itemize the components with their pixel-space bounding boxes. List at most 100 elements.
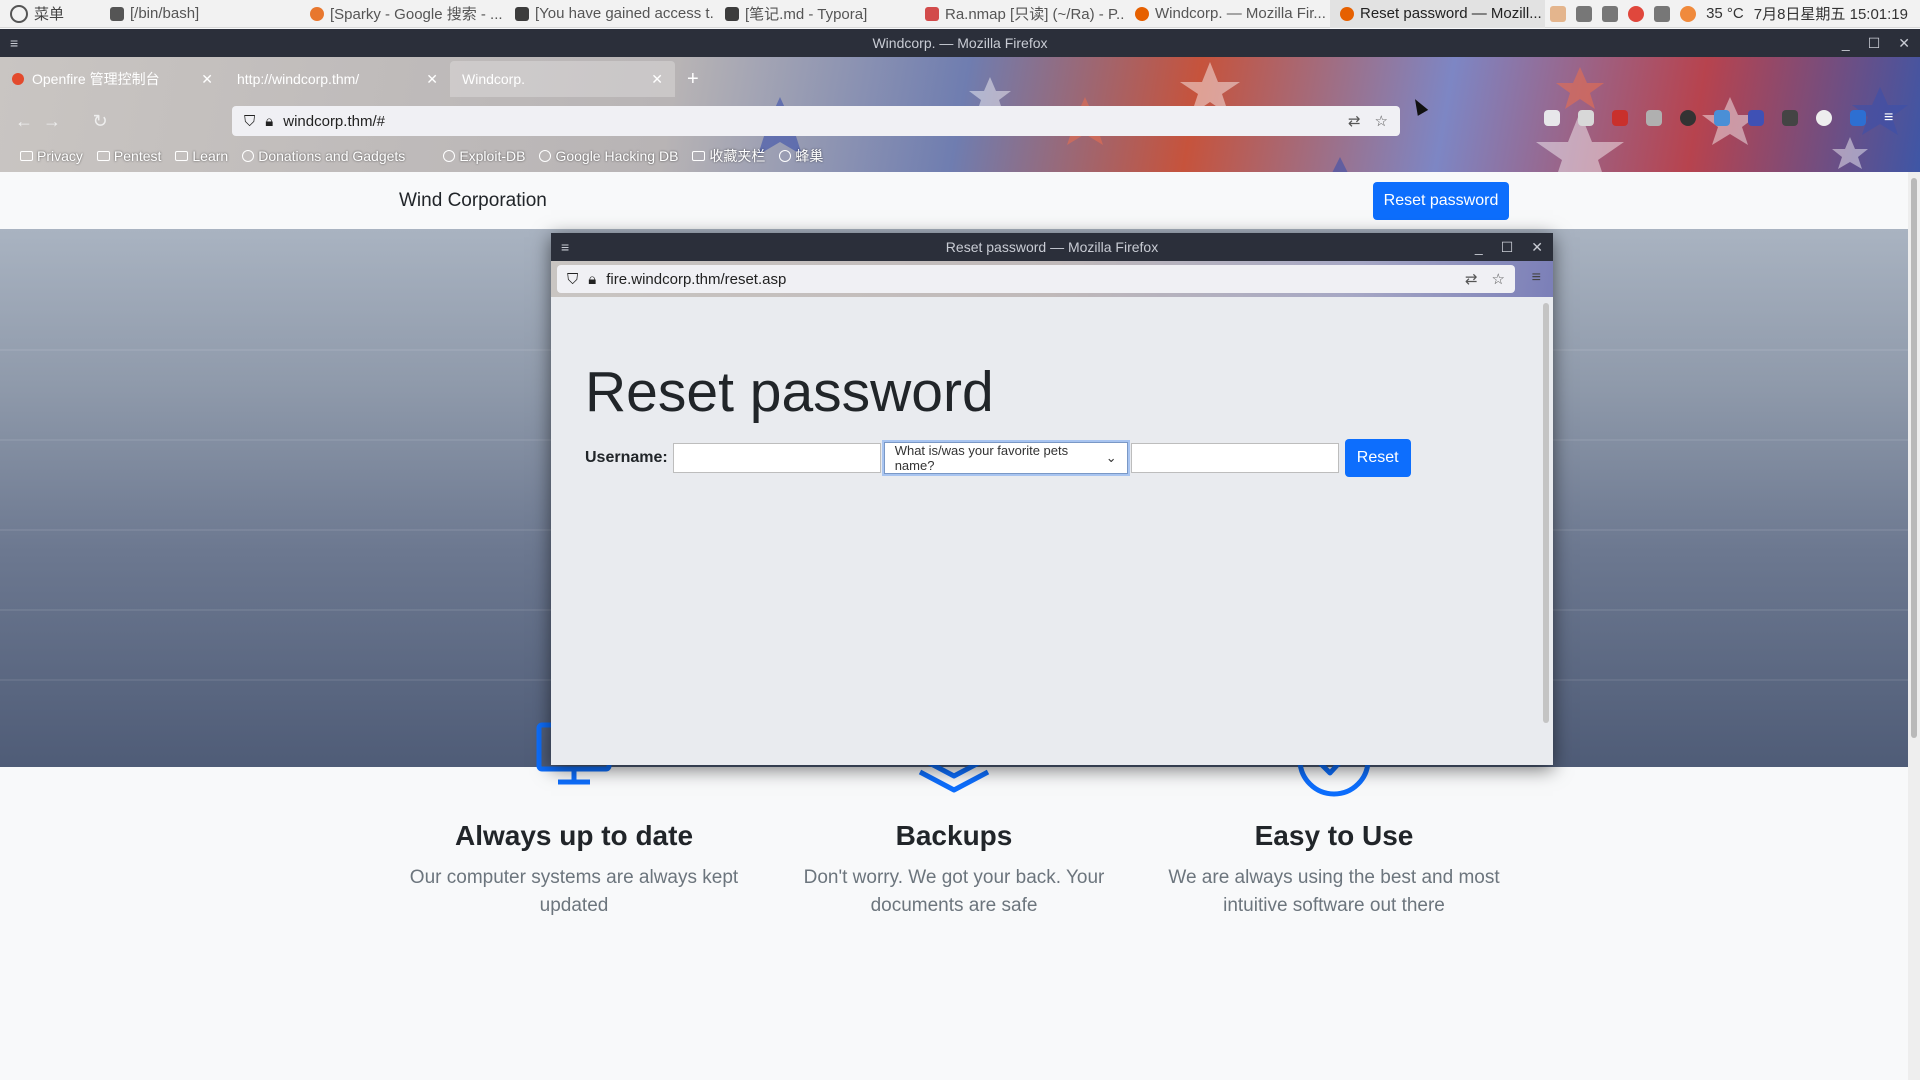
globe-icon xyxy=(779,150,792,162)
task-item-active[interactable]: Reset password — Mozill... xyxy=(1330,0,1545,28)
feature-text: We are always using the best and most in… xyxy=(1168,867,1500,916)
page-scrollbar[interactable] xyxy=(1908,172,1920,1080)
typora-icon xyxy=(515,6,529,21)
task-item[interactable]: [笔记.md - Typora] xyxy=(715,0,915,28)
tab-windcorp-http[interactable]: http://windcorp.thm/ ✕ xyxy=(225,61,450,97)
tracking-shield-icon[interactable]: ⛉ xyxy=(567,271,578,288)
task-item[interactable]: Ra.nmap [只读] (~/Ra) - P... xyxy=(915,0,1125,28)
nav-bar: ← → ↻ ⛉ 🔒︎ windcorp.thm/# ⇄ ☆ ≡ xyxy=(0,102,1920,140)
translate-icon[interactable]: ⇄ xyxy=(1348,112,1361,130)
reset-password-button[interactable]: Reset password xyxy=(1373,182,1509,220)
globe-icon xyxy=(443,150,456,162)
close-tab-icon[interactable]: ✕ xyxy=(426,71,438,88)
extension-icon[interactable] xyxy=(1578,110,1594,126)
cat-icon[interactable] xyxy=(1550,5,1567,22)
close-icon[interactable]: ✕ xyxy=(1898,35,1910,52)
bookmark-star-icon[interactable]: ☆ xyxy=(1492,270,1505,288)
bookmark-item[interactable]: Pentest xyxy=(96,148,161,164)
globe-icon xyxy=(539,150,552,162)
menu-icon[interactable]: ≡ xyxy=(1884,110,1900,126)
weather-icon[interactable] xyxy=(1680,5,1697,22)
task-item[interactable]: Windcorp. — Mozilla Fir... xyxy=(1125,0,1330,28)
forward-icon[interactable]: → xyxy=(38,111,66,132)
system-tray: 35 °C 7月8日星期五 15:01:19 xyxy=(1550,3,1920,24)
bookmark-item[interactable]: Exploit-DB xyxy=(443,148,525,164)
browser-toolbar: Openfire 管理控制台 ✕ http://windcorp.thm/ ✕ … xyxy=(0,57,1920,172)
extension-icon[interactable] xyxy=(1646,110,1662,126)
url-bar[interactable]: ⛉ 🔒︎ windcorp.thm/# ⇄ ☆ xyxy=(232,106,1400,136)
folder-icon xyxy=(692,151,706,161)
username-input[interactable] xyxy=(672,443,881,473)
extension-icon[interactable] xyxy=(1680,110,1696,126)
minimize-icon[interactable]: _ xyxy=(1475,239,1483,256)
task-item[interactable]: [You have gained access t... xyxy=(505,0,715,28)
bookmark-item[interactable]: Learn xyxy=(175,148,228,164)
distro-logo-icon xyxy=(10,4,28,23)
maximize-icon[interactable]: ☐ xyxy=(1501,239,1514,256)
lock-icon[interactable]: 🔒︎ xyxy=(265,113,273,130)
wifi-icon[interactable] xyxy=(1654,5,1671,22)
extension-icon[interactable] xyxy=(1782,110,1798,126)
translate-icon[interactable]: ⇄ xyxy=(1465,270,1478,288)
bookmark-item[interactable]: Donations and Gadgets xyxy=(242,148,405,164)
popup-url-bar[interactable]: ⛉ 🔒︎ fire.windcorp.thm/reset.asp ⇄ ☆ xyxy=(557,265,1515,293)
popup-content: Reset password Username: What is/was you… xyxy=(551,297,1553,765)
pocket-icon[interactable] xyxy=(1544,110,1560,126)
openfire-icon xyxy=(12,73,24,85)
feature-title: Always up to date xyxy=(454,820,694,851)
tracking-shield-icon[interactable]: ⛉ xyxy=(244,113,255,130)
bookmark-item[interactable]: Google Hacking DB xyxy=(539,148,678,164)
new-tab-button[interactable]: + xyxy=(687,68,699,91)
keyboard-icon[interactable] xyxy=(1576,5,1593,22)
maximize-icon[interactable]: ☐ xyxy=(1868,35,1881,52)
bookmark-item[interactable]: 收藏夹栏 xyxy=(692,146,765,166)
bookmark-star-icon[interactable]: ☆ xyxy=(1375,112,1388,130)
start-menu[interactable]: 菜单 xyxy=(0,3,100,24)
window-menu-icon[interactable]: ≡ xyxy=(561,239,569,255)
feature-title: Easy to Use xyxy=(1254,820,1414,851)
volume-icon[interactable] xyxy=(1602,5,1619,22)
url-text[interactable]: windcorp.thm/# xyxy=(283,113,385,130)
close-tab-icon[interactable]: ✕ xyxy=(651,71,663,88)
popup-scrollbar[interactable] xyxy=(1543,303,1549,723)
reset-button[interactable]: Reset xyxy=(1344,439,1411,477)
page-title: Reset password xyxy=(585,360,994,424)
answer-input[interactable] xyxy=(1130,443,1339,473)
reload-icon[interactable]: ↻ xyxy=(86,111,114,132)
site-brand[interactable]: Wind Corporation xyxy=(399,190,547,212)
scrollbar-thumb[interactable] xyxy=(1911,178,1917,738)
folder-icon xyxy=(20,151,33,161)
close-tab-icon[interactable]: ✕ xyxy=(201,71,213,88)
weibo-icon[interactable] xyxy=(1628,5,1645,22)
extension-icon[interactable] xyxy=(1748,110,1764,126)
extension-icon[interactable] xyxy=(1714,110,1730,126)
task-item[interactable]: [/bin/bash] xyxy=(100,0,300,28)
firefox-icon xyxy=(1340,6,1354,21)
feature-text: Don't worry. We got your back. Your docu… xyxy=(803,867,1105,916)
site-header: Wind Corporation Reset password xyxy=(0,172,1920,229)
task-item[interactable]: [Sparky - Google 搜索 - ... xyxy=(300,0,505,28)
tab-openfire[interactable]: Openfire 管理控制台 ✕ xyxy=(0,61,225,97)
menu-icon[interactable]: ≡ xyxy=(1532,269,1541,287)
ublock-icon[interactable] xyxy=(1612,110,1628,126)
tab-strip: Openfire 管理控制台 ✕ http://windcorp.thm/ ✕ … xyxy=(0,57,699,101)
security-question-select[interactable]: What is/was your favorite pets name? ⌄ xyxy=(883,442,1128,474)
translate-extension-icon[interactable] xyxy=(1850,110,1866,126)
bookmark-item[interactable]: Privacy xyxy=(20,148,83,164)
window-title: Windcorp. — Mozilla Firefox xyxy=(872,35,1048,51)
reset-form: Username: What is/was your favorite pets… xyxy=(585,439,1411,477)
close-icon[interactable]: ✕ xyxy=(1531,239,1543,256)
feature-title: Backups xyxy=(895,820,1013,851)
tab-windcorp[interactable]: Windcorp. ✕ xyxy=(450,61,675,97)
popup-url-text[interactable]: fire.windcorp.thm/reset.asp xyxy=(606,271,786,288)
back-icon[interactable]: ← xyxy=(10,111,38,132)
extension-icon[interactable] xyxy=(1816,110,1832,126)
popup-titlebar: ≡ Reset password — Mozilla Firefox _ ☐ ✕ xyxy=(551,233,1553,261)
bookmark-item[interactable]: 蜂巢 xyxy=(779,146,823,166)
chevron-down-icon: ⌄ xyxy=(1105,450,1117,465)
minimize-icon[interactable]: _ xyxy=(1842,35,1850,52)
window-menu-icon[interactable]: ≡ xyxy=(10,35,18,51)
clock[interactable]: 7月8日星期五 15:01:19 xyxy=(1754,3,1908,24)
lock-icon[interactable]: 🔒︎ xyxy=(588,271,596,288)
popup-title: Reset password — Mozilla Firefox xyxy=(945,239,1159,255)
